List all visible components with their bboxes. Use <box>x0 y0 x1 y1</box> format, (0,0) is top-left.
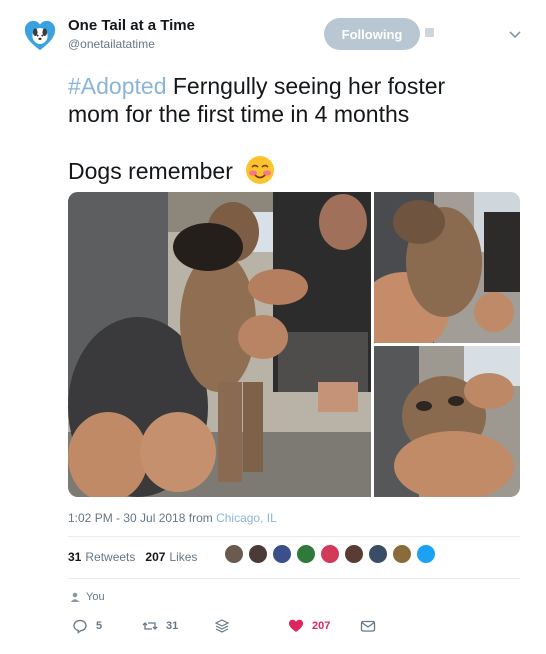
timestamp-text[interactable]: 1:02 PM - 30 Jul 2018 from <box>68 511 216 525</box>
tweet-actions: 5 31 207 <box>72 618 392 638</box>
hashtag-link[interactable]: #Adopted <box>68 73 166 99</box>
liker-avatar[interactable] <box>224 544 244 564</box>
retweets-label: Retweets <box>85 550 136 564</box>
person-icon <box>70 592 80 602</box>
envelope-icon <box>360 620 376 632</box>
reply-context-label[interactable]: You <box>86 591 105 603</box>
retweet-count: 31 <box>166 620 179 632</box>
chevron-down-icon[interactable] <box>508 30 522 40</box>
heart-icon <box>289 619 303 632</box>
retweets-count: 31 <box>68 550 82 564</box>
dog-hug-photo-top-right <box>374 192 520 343</box>
dog-hug-photo-bottom-right <box>374 346 520 497</box>
reply-action[interactable]: 5 <box>72 618 102 634</box>
liker-avatar[interactable] <box>272 544 292 564</box>
likes-stat[interactable]: 207 Likes <box>145 550 197 564</box>
engagement-stats: 31 Retweets 207 Likes <box>68 544 520 568</box>
likes-count: 207 <box>145 550 166 564</box>
photo-top-right[interactable] <box>374 192 520 343</box>
reply-count: 5 <box>96 620 103 632</box>
likes-label: Likes <box>169 550 198 564</box>
heart-dog-logo-icon <box>24 20 56 51</box>
retweets-stat[interactable]: 31 Retweets <box>68 550 135 564</box>
retweet-action[interactable]: 31 <box>142 618 178 634</box>
like-count: 207 <box>312 620 331 632</box>
reply-context: You <box>70 591 105 603</box>
divider-bottom <box>68 578 520 579</box>
account-names[interactable]: One Tail at a Time @onetailatatime <box>68 16 195 53</box>
liker-avatars <box>224 544 440 566</box>
divider-top <box>68 536 520 537</box>
tweet-text-line3: Dogs remember <box>68 155 275 186</box>
tweet-text-line1: Ferngully seeing her foster <box>166 73 446 99</box>
tweet-text: #Adopted Ferngully seeing her foster mom… <box>68 72 518 128</box>
tweet-timestamp: 1:02 PM - 30 Jul 2018 from Chicago, IL <box>68 511 277 525</box>
stack-action[interactable] <box>214 618 238 634</box>
retweet-icon <box>142 622 158 630</box>
notification-toggle-icon[interactable] <box>425 28 434 37</box>
liker-avatar[interactable] <box>392 544 412 564</box>
reply-icon <box>73 619 87 634</box>
liker-avatar[interactable] <box>344 544 364 564</box>
tweet-text-line2: mom for the first time in 4 months <box>68 101 410 127</box>
following-button[interactable]: Following <box>324 18 420 50</box>
location-link[interactable]: Chicago, IL <box>216 511 277 525</box>
like-action[interactable]: 207 <box>288 618 330 634</box>
blushing-smile-emoji-icon <box>246 156 275 184</box>
liker-avatar[interactable] <box>368 544 388 564</box>
dog-hug-photo-main <box>68 192 371 497</box>
photo-grid <box>68 192 520 497</box>
stack-icon <box>214 619 230 633</box>
tweet-text-line3-label: Dogs remember <box>68 158 233 184</box>
account-handle[interactable]: @onetailatatime <box>68 35 195 53</box>
liker-avatar[interactable] <box>416 544 436 564</box>
display-name[interactable]: One Tail at a Time <box>68 16 195 35</box>
direct-message-action[interactable] <box>360 618 384 634</box>
account-avatar[interactable] <box>22 18 58 54</box>
liker-avatar[interactable] <box>296 544 316 564</box>
photo-main[interactable] <box>68 192 371 497</box>
tweet-header: One Tail at a Time @onetailatatime Follo… <box>22 14 532 64</box>
liker-avatar[interactable] <box>320 544 340 564</box>
liker-avatar[interactable] <box>248 544 268 564</box>
photo-bottom-right[interactable] <box>374 346 520 497</box>
